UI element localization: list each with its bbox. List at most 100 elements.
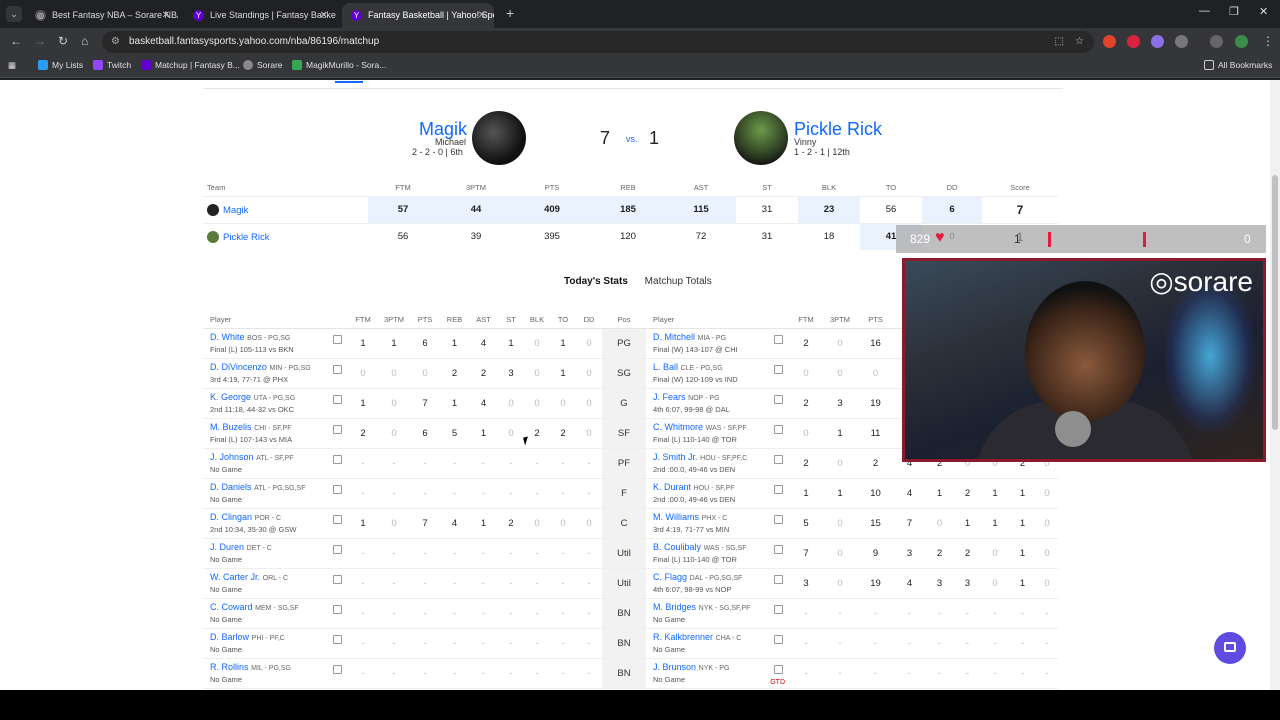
bookmark-sorare[interactable]: Sorare	[243, 60, 283, 70]
player-name[interactable]: D. White	[210, 332, 245, 342]
player-notes-icon[interactable]	[333, 544, 342, 554]
address-bar[interactable]: ⚙ basketball.fantasysports.yahoo.com/nba…	[102, 31, 1094, 53]
tab-todays-stats[interactable]: Today's Stats	[564, 276, 628, 287]
col-pts[interactable]: PTS	[514, 180, 590, 196]
tab-fantasy-basketball[interactable]: Y Fantasy Basketball | Yahoo! Spo ✕	[342, 3, 494, 28]
r-player-cell[interactable]: J. Smith Jr. HOU - SF,PF,C 2nd :00.0, 49-…	[646, 448, 789, 479]
player-name[interactable]: R. Rollins	[210, 662, 249, 672]
col-ftm[interactable]: FTM	[368, 180, 438, 196]
bookmark-my-lists[interactable]: My Lists	[38, 60, 83, 70]
install-icon[interactable]: ⬚	[1055, 31, 1064, 53]
all-bookmarks[interactable]: All Bookmarks	[1204, 60, 1272, 70]
r-player-cell[interactable]: M. Bridges NYK - SG,SF,PF No Game	[646, 598, 789, 629]
bookmark-matchup[interactable]: Matchup | Fantasy B...	[141, 60, 240, 70]
player-notes-icon[interactable]	[774, 424, 783, 434]
l-player-cell[interactable]: D. White BOS - PG,SG Final (L) 105-113 vs…	[203, 328, 348, 359]
scrollbar-thumb[interactable]	[1272, 175, 1278, 430]
media-icon[interactable]	[1210, 35, 1223, 48]
player-notes-icon[interactable]	[333, 514, 342, 524]
player-name[interactable]: M. Bridges	[653, 602, 696, 612]
l-player-cell[interactable]: W. Carter Jr. ORL - C No Game	[203, 568, 348, 599]
home-icon[interactable]: ⌂	[81, 34, 88, 48]
player-notes-icon[interactable]	[333, 394, 342, 404]
menu-dots-icon[interactable]: ⋮	[1262, 34, 1274, 48]
extension-icon[interactable]	[1127, 35, 1140, 48]
bookmark-twitch[interactable]: Twitch	[93, 60, 131, 70]
player-name[interactable]: C. Whitmore	[653, 422, 703, 432]
l-player-cell[interactable]: J. Johnson ATL - SF,PF No Game	[203, 448, 348, 479]
l-player-cell[interactable]: D. Daniels ATL - PG,SG,SF No Game	[203, 478, 348, 509]
bookmark-star-icon[interactable]: ☆	[1075, 31, 1084, 53]
profile-avatar[interactable]	[1235, 35, 1248, 48]
player-notes-icon[interactable]	[333, 334, 342, 344]
r-player-cell[interactable]: B. Coulibaly WAS - SG,SF Final (L) 110-14…	[646, 538, 789, 569]
player-name[interactable]: J. Duren	[210, 542, 244, 552]
player-name[interactable]: D. Clingan	[210, 512, 252, 522]
player-notes-icon[interactable]	[333, 664, 342, 674]
team2-avatar[interactable]	[734, 111, 788, 165]
restore-button[interactable]: ❐	[1229, 5, 1239, 18]
tab-search-button[interactable]: ⌄	[6, 6, 22, 22]
player-name[interactable]: D. Mitchell	[653, 332, 695, 342]
team-link[interactable]: Pickle Rick	[223, 232, 269, 243]
player-name[interactable]: B. Coulibaly	[653, 542, 701, 552]
col-reb[interactable]: REB	[590, 180, 666, 196]
tab-live-standings[interactable]: Y Live Standings | Fantasy Basketb ✕	[184, 3, 336, 28]
r-player-cell[interactable]: C. Whitmore WAS - SF,PF Final (L) 110-140…	[646, 418, 789, 449]
l-player-cell[interactable]: K. George UTA - PG,SG 2nd 11:18, 44-32 vs…	[203, 388, 348, 419]
player-notes-icon[interactable]	[774, 634, 783, 644]
apps-grid-icon[interactable]: ▦	[8, 60, 16, 71]
l-player-cell[interactable]: J. Duren DET - C No Game	[203, 538, 348, 569]
chat-button[interactable]	[1214, 632, 1246, 664]
back-arrow-icon[interactable]: ←	[10, 34, 22, 48]
col-ast[interactable]: AST	[666, 180, 736, 196]
team-cell[interactable]: Pickle Rick	[203, 222, 368, 250]
r-player-cell[interactable]: L. Ball CLE - PG,SG Final (W) 120-109 vs …	[646, 358, 789, 389]
close-window-button[interactable]: ✕	[1259, 5, 1268, 18]
player-name[interactable]: M. Buzelis	[210, 422, 252, 432]
team1-avatar[interactable]	[472, 111, 526, 165]
player-notes-icon[interactable]	[333, 634, 342, 644]
player-name[interactable]: J. Johnson	[210, 452, 254, 462]
player-name[interactable]: D. Barlow	[210, 632, 249, 642]
player-notes-icon[interactable]	[333, 364, 342, 374]
player-notes-icon[interactable]	[774, 454, 783, 464]
player-name[interactable]: J. Smith Jr.	[653, 452, 698, 462]
tab-sorare-nba[interactable]: ◎ Best Fantasy NBA – Sorare NBA ✕	[26, 3, 178, 28]
player-name[interactable]: C. Flagg	[653, 572, 687, 582]
team-cell[interactable]: Magik	[203, 195, 368, 223]
player-notes-icon[interactable]	[333, 604, 342, 614]
player-notes-icon[interactable]	[333, 424, 342, 434]
player-name[interactable]: W. Carter Jr.	[210, 572, 260, 582]
page-scrollbar[interactable]	[1270, 80, 1280, 690]
l-player-cell[interactable]: R. Rollins MIL - PG,SG No Game	[203, 658, 348, 689]
player-notes-icon[interactable]	[774, 484, 783, 494]
r-player-cell[interactable]: D. Mitchell MIA - PG Final (W) 143-107 @ …	[646, 328, 789, 359]
new-tab-button[interactable]: +	[506, 5, 514, 21]
extension-icon[interactable]	[1151, 35, 1164, 48]
r-player-cell[interactable]: J. Brunson NYK - PG No Game GTD	[646, 658, 789, 689]
col-to[interactable]: TO	[860, 180, 922, 196]
player-name[interactable]: M. Williams	[653, 512, 699, 522]
player-name[interactable]: K. George	[210, 392, 251, 402]
player-name[interactable]: J. Fears	[653, 392, 686, 402]
col-st[interactable]: ST	[736, 180, 798, 196]
player-notes-icon[interactable]	[774, 394, 783, 404]
close-tab-icon[interactable]: ✕	[320, 3, 328, 28]
extension-icon[interactable]	[1103, 35, 1116, 48]
player-notes-icon[interactable]	[774, 604, 783, 614]
player-name[interactable]: C. Coward	[210, 602, 253, 612]
bookmark-magikmurillo[interactable]: MagikMurillo - Sora...	[292, 60, 386, 70]
player-notes-icon[interactable]	[333, 454, 342, 464]
player-notes-icon[interactable]	[333, 484, 342, 494]
l-player-cell[interactable]: C. Coward MEM - SG,SF No Game	[203, 598, 348, 629]
l-player-cell[interactable]: D. Barlow PHI - PF,C No Game	[203, 628, 348, 659]
player-notes-icon[interactable]	[774, 334, 783, 344]
site-settings-icon[interactable]: ⚙	[111, 31, 120, 53]
player-notes-icon[interactable]	[333, 574, 342, 584]
player-notes-icon[interactable]	[774, 574, 783, 584]
player-name[interactable]: R. Kalkbrenner	[653, 632, 713, 642]
close-tab-icon[interactable]: ✕	[162, 3, 170, 28]
r-player-cell[interactable]: R. Kalkbrenner CHA - C No Game	[646, 628, 789, 659]
col-blk[interactable]: BLK	[798, 180, 860, 196]
